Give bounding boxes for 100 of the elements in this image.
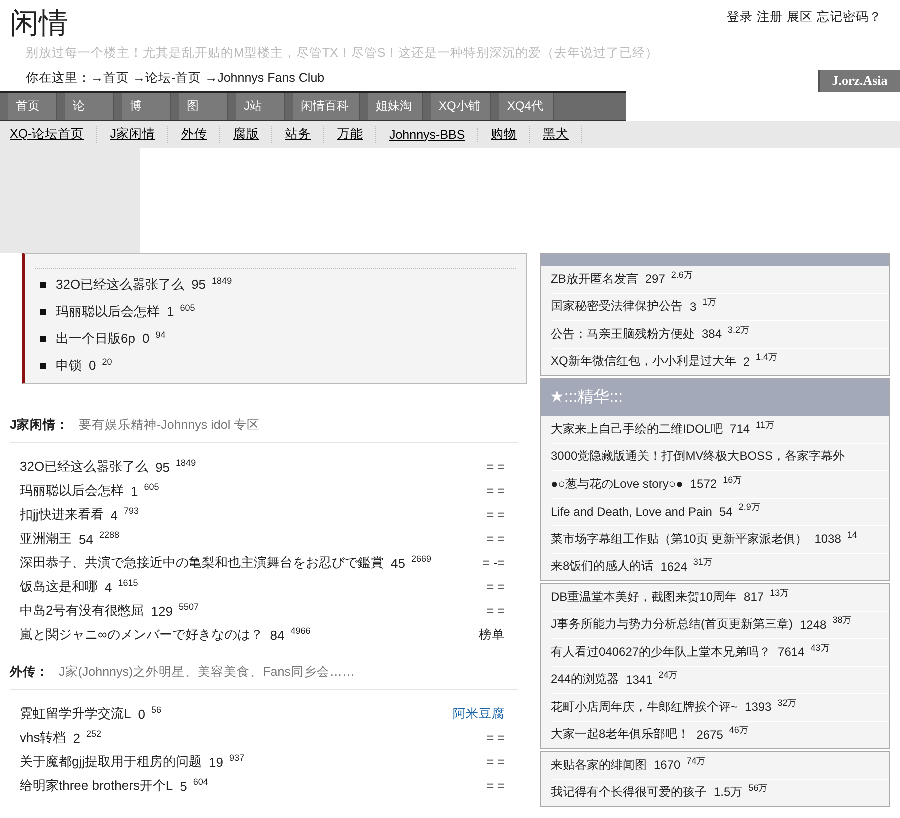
topic-link[interactable]: XQ新年微信红包，小小利是过大年 bbox=[551, 353, 736, 370]
subnav-link[interactable]: 万能 bbox=[337, 126, 376, 143]
subnav-link[interactable]: 外传 bbox=[181, 126, 220, 143]
topic-link[interactable]: 亚洲潮王 bbox=[20, 530, 72, 548]
author-name: = = bbox=[486, 460, 505, 474]
view-count: 56万 bbox=[748, 782, 768, 796]
view-count: 13万 bbox=[770, 586, 790, 600]
reply-count: 1670 bbox=[654, 758, 681, 772]
view-count: 94 bbox=[156, 330, 166, 340]
view-count: 20 bbox=[102, 356, 112, 366]
view-count: 3.2万 bbox=[728, 324, 750, 337]
author-name: = = bbox=[486, 731, 505, 745]
subnav-link[interactable]: 购物 bbox=[491, 126, 530, 143]
nav-tab[interactable]: 闲情百科 bbox=[285, 93, 360, 120]
section-name: 外传： bbox=[10, 664, 49, 680]
nav-tab[interactable]: J站 bbox=[228, 93, 285, 120]
topic-link[interactable]: 关于魔都gjj提取用于租房的问题 bbox=[20, 753, 202, 771]
header-link[interactable]: 注册 bbox=[757, 9, 783, 26]
reply-count: 2675 bbox=[696, 728, 724, 742]
reply-count: 2 bbox=[743, 354, 750, 369]
reply-count: 3 bbox=[690, 300, 697, 314]
reply-count: 1624 bbox=[660, 560, 688, 574]
view-count: 24万 bbox=[658, 669, 678, 682]
subnav-link[interactable]: XQ-论坛首页 bbox=[10, 126, 98, 143]
author-name: = = bbox=[486, 508, 505, 522]
topic-link[interactable]: 扣jj快进来看看 bbox=[20, 506, 104, 524]
topic-link[interactable]: 嵐と関ジャニ∞のメンバーで好きなのは？ bbox=[20, 626, 264, 644]
reply-count: 297 bbox=[645, 272, 666, 286]
reply-count: 1572 bbox=[690, 477, 718, 492]
reply-count: 54 bbox=[719, 504, 733, 519]
view-count: 2.9万 bbox=[738, 501, 760, 514]
topic-link[interactable]: 申锁 bbox=[56, 356, 82, 374]
reply-count: 84 bbox=[270, 628, 285, 642]
bullet-icon bbox=[40, 308, 46, 314]
section-description: J家(Johnnys)之外明星、美容美食、Fans同乡会…… bbox=[59, 664, 355, 680]
author-name: = = bbox=[486, 604, 505, 618]
topic-link[interactable]: 饭岛这是和哪 bbox=[20, 578, 98, 596]
topic-link[interactable]: 出一个日版6p bbox=[56, 330, 136, 348]
topic-link[interactable]: ●○葱与花のLove story○● bbox=[551, 476, 684, 493]
reply-count: 2 bbox=[73, 730, 80, 746]
nav-tab[interactable]: XQ小铺 bbox=[423, 93, 492, 120]
nav-tab[interactable]: 博 bbox=[114, 93, 171, 120]
reply-count: 0 bbox=[142, 331, 150, 346]
bullet-icon bbox=[40, 336, 46, 342]
reply-count: 1.5万 bbox=[714, 784, 743, 802]
nav-tab[interactable]: 图 bbox=[171, 93, 228, 120]
topic-link[interactable]: ZB放开匿名发言 bbox=[551, 270, 638, 288]
header-link[interactable]: 登录 bbox=[727, 9, 753, 26]
subnav-link[interactable]: 站务 bbox=[285, 126, 324, 143]
topic-link[interactable]: 大家来上自己手绘的二维IDOL吧 bbox=[551, 420, 724, 438]
topic-link[interactable]: 玛丽聪以后会怎样 bbox=[20, 482, 124, 500]
topic-link[interactable]: 深田恭子、共演で急接近中の亀梨和也主演舞台をお忍びで鑑賞 bbox=[20, 554, 384, 572]
reply-count: 4 bbox=[105, 580, 112, 594]
subnav-link[interactable]: Johnnys-BBS bbox=[389, 128, 478, 142]
author-name: = = bbox=[486, 580, 505, 594]
topic-link[interactable]: 有人看过040627的少年队上堂本兄弟吗？ bbox=[551, 644, 772, 661]
author-name: = = bbox=[486, 532, 505, 546]
view-count: 937 bbox=[229, 753, 245, 763]
topic-link[interactable]: 花町小店周年庆，牛郎红牌挨个评~ bbox=[551, 698, 738, 716]
view-count: 16万 bbox=[723, 474, 742, 487]
view-count: 14 bbox=[847, 530, 858, 540]
reply-count: 1 bbox=[131, 484, 138, 498]
view-count: 252 bbox=[86, 729, 102, 739]
topic-link[interactable]: 国家秘密受法律保护公告 bbox=[551, 298, 683, 316]
topic-link[interactable]: 大家一起8老年俱乐部吧！ bbox=[551, 726, 690, 744]
topic-link[interactable]: 给明家three brothers开个L bbox=[20, 777, 174, 795]
topic-link[interactable]: 来8饭们的感人的话 bbox=[551, 558, 654, 576]
topic-link[interactable]: 中岛2号有没有很憋屈 bbox=[20, 602, 144, 620]
subnav-link[interactable]: J家闲情 bbox=[110, 126, 168, 143]
topic-link[interactable]: 3000党隐藏版通关！打倒MV终极大BOSS，各家字幕外 bbox=[551, 448, 846, 466]
author-link[interactable]: 阿米豆腐 bbox=[453, 706, 505, 722]
topic-link[interactable]: Life and Death, Love and Pain bbox=[551, 504, 712, 519]
nav-tab[interactable]: 论 bbox=[57, 93, 114, 120]
topic-link[interactable]: 公告：马亲王脑残粉方便处 bbox=[551, 326, 695, 343]
nav-tab[interactable]: 姐妹淘 bbox=[360, 93, 423, 120]
reply-count: 817 bbox=[744, 590, 764, 604]
reply-count: 1 bbox=[167, 304, 174, 319]
topic-link[interactable]: DB重温堂本美好，截图来贺10周年 bbox=[551, 588, 738, 606]
subnav-link[interactable]: 黑犬 bbox=[543, 126, 582, 143]
view-count: 605 bbox=[144, 482, 160, 492]
header-link[interactable]: 忘记密码？ bbox=[817, 9, 882, 26]
topic-link[interactable]: J事务所能力与势力分析总结(首页更新第三章) bbox=[551, 616, 793, 634]
topic-link[interactable]: 来贴各家的绯闻图 bbox=[551, 756, 647, 774]
nav-tab[interactable]: XQ4代 bbox=[491, 93, 554, 120]
topic-link[interactable]: 32O已经这么嚣张了么 bbox=[20, 458, 149, 476]
topic-link[interactable]: 32O已经这么嚣张了么 bbox=[56, 276, 185, 294]
site-badge: J.orz.Asia bbox=[818, 70, 900, 92]
view-count: 74万 bbox=[686, 754, 706, 768]
topic-link[interactable]: 菜市场字幕组工作贴（第10页 更新平家派老俱） bbox=[551, 530, 808, 548]
view-count: 2.6万 bbox=[671, 268, 693, 282]
topic-link[interactable]: 玛丽聪以后会怎样 bbox=[56, 302, 160, 320]
view-count: 4966 bbox=[290, 626, 311, 636]
view-count: 43万 bbox=[810, 642, 830, 655]
topic-link[interactable]: 244的浏览器 bbox=[551, 671, 620, 688]
view-count: 31万 bbox=[693, 556, 712, 570]
topic-link[interactable]: 霓虹留学升学交流L bbox=[20, 705, 132, 723]
header-link[interactable]: 展区 bbox=[787, 9, 813, 26]
topic-link[interactable]: 我记得有个长得很可爱的孩子 bbox=[551, 784, 707, 802]
topic-link[interactable]: vhs转档 bbox=[20, 729, 66, 747]
subnav-link[interactable]: 腐版 bbox=[233, 126, 272, 143]
